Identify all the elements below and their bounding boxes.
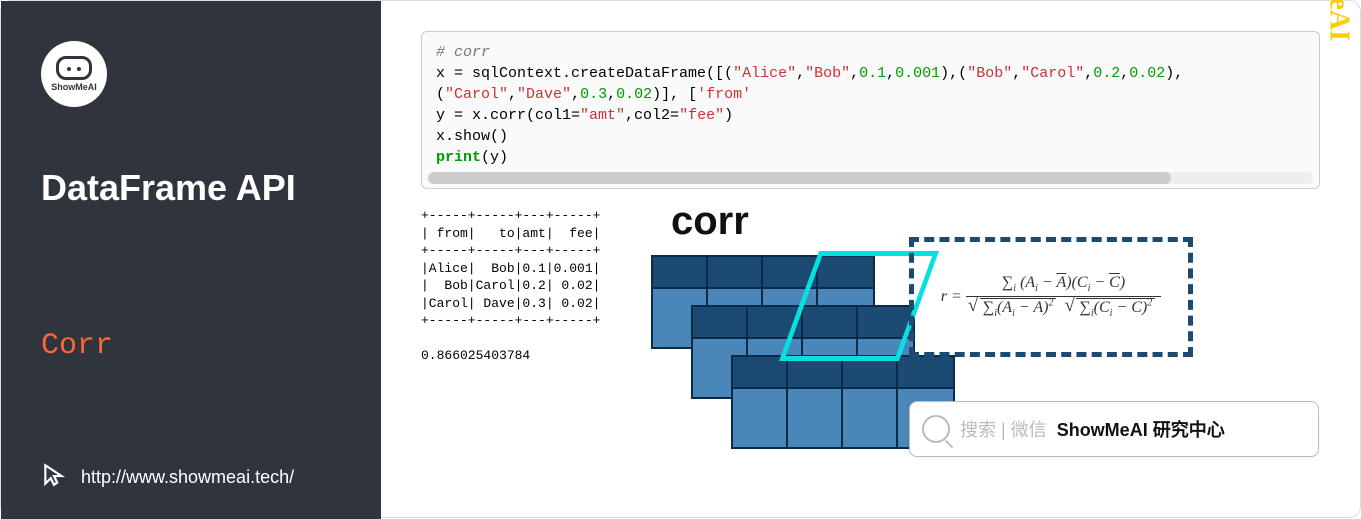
table-sep: +-----+-----+---+-----+	[421, 313, 600, 328]
page-title: DataFrame API	[41, 167, 381, 209]
code-line-3: x.show()	[436, 126, 1305, 147]
table-row: |Alice| Bob|0.1|0.001|	[421, 261, 600, 276]
code-string: "Bob"	[967, 65, 1012, 82]
code-line-2: y = x.corr(col1="amt",col2="fee")	[436, 105, 1305, 126]
formula-var: C	[1099, 299, 1110, 316]
code-string: "Dave"	[517, 86, 571, 103]
code-comment: # corr	[436, 44, 490, 61]
code-string: "fee"	[679, 107, 724, 124]
table-row: | Bob|Carol|0.2| 0.02|	[421, 278, 600, 293]
code-string: "Bob"	[805, 65, 850, 82]
output-result: 0.866025403784	[421, 348, 530, 363]
code-number: 0.02	[1129, 65, 1165, 82]
formula-sub: i	[994, 308, 997, 319]
formula-sup: 2	[1147, 298, 1152, 309]
formula-mean: A	[1056, 274, 1066, 291]
code-text: )], [	[652, 86, 697, 103]
watermark: ShowMeAI	[1322, 0, 1354, 41]
formula-var: C	[1077, 274, 1088, 291]
table-sep: +-----+-----+---+-----+	[421, 243, 600, 258]
search-strong: ShowMeAI 研究中心	[1057, 416, 1225, 442]
code-string: "Carol"	[445, 86, 508, 103]
formula-sub: i	[1110, 308, 1113, 319]
page-subtitle: Corr	[41, 329, 381, 363]
search-box[interactable]: 搜索 | 微信 ShowMeAI 研究中心	[909, 401, 1319, 457]
code-number: 0.1	[859, 65, 886, 82]
sigma-icon: ∑	[983, 299, 994, 316]
code-number: 0.001	[895, 65, 940, 82]
formula-sup: 2	[1048, 298, 1053, 309]
code-line-1: x = sqlContext.createDataFrame([("Alice"…	[436, 63, 1305, 105]
code-text: (y)	[481, 149, 508, 166]
site-url[interactable]: http://www.showmeai.tech/	[81, 467, 294, 488]
code-number: 0.3	[580, 86, 607, 103]
formula-sub: i	[1012, 308, 1015, 319]
formula-box: r = ∑i (Ai − A)(Ci − C) ∑i(Ai − A)2 ∑i(C…	[909, 237, 1193, 357]
code-string: "amt"	[580, 107, 625, 124]
code-text: ),(	[940, 65, 967, 82]
code-number: 0.2	[1093, 65, 1120, 82]
logo-face-icon	[56, 56, 92, 80]
formula-sub: i	[1013, 283, 1016, 294]
formula-sub: i	[1035, 283, 1038, 294]
illustration-label: corr	[671, 199, 749, 244]
sidebar: ShowMeAI DataFrame API Corr http://www.s…	[1, 1, 381, 519]
code-keyword: print	[436, 149, 481, 166]
code-string: 'from'	[697, 86, 751, 103]
code-text: y = x.corr(col1=	[436, 107, 580, 124]
table-header: | from| to|amt| fee|	[421, 226, 600, 241]
cursor-icon	[41, 462, 67, 493]
table-row: |Carol| Dave|0.3| 0.02|	[421, 296, 600, 311]
code-line-4: print(y)	[436, 147, 1305, 168]
correlation-formula: r = ∑i (Ai − A)(Ci − C) ∑i(Ai − A)2 ∑i(C…	[941, 275, 1162, 320]
horizontal-scrollbar[interactable]	[428, 172, 1313, 184]
sidebar-footer: http://www.showmeai.tech/	[41, 462, 294, 493]
watermark-part2: MeAI	[1323, 0, 1354, 41]
code-string: "Alice"	[733, 65, 796, 82]
formula-sub: i	[1091, 308, 1094, 319]
formula-var: A	[1025, 274, 1035, 291]
logo: ShowMeAI	[41, 41, 107, 107]
code-block: # corr x = sqlContext.createDataFrame([(…	[421, 31, 1320, 189]
logo-text: ShowMeAI	[51, 82, 97, 92]
code-number: 0.02	[616, 86, 652, 103]
sigma-icon: ∑	[1002, 274, 1013, 291]
search-hint: 搜索 | 微信	[960, 416, 1047, 442]
formula-sub: i	[1088, 283, 1091, 294]
code-text: )	[724, 107, 733, 124]
formula-var: A	[1002, 299, 1012, 316]
magnifier-icon	[922, 415, 950, 443]
formula-mean: C	[1131, 299, 1142, 316]
table-sep: +-----+-----+---+-----+	[421, 208, 600, 223]
sigma-icon: ∑	[1079, 299, 1090, 316]
code-string: "Carol"	[1021, 65, 1084, 82]
formula-lhs: r =	[941, 288, 962, 305]
formula-mean: C	[1109, 274, 1120, 291]
code-text: x = sqlContext.createDataFrame([(	[436, 65, 733, 82]
code-text: ,col2=	[625, 107, 679, 124]
formula-mean: A	[1033, 299, 1043, 316]
